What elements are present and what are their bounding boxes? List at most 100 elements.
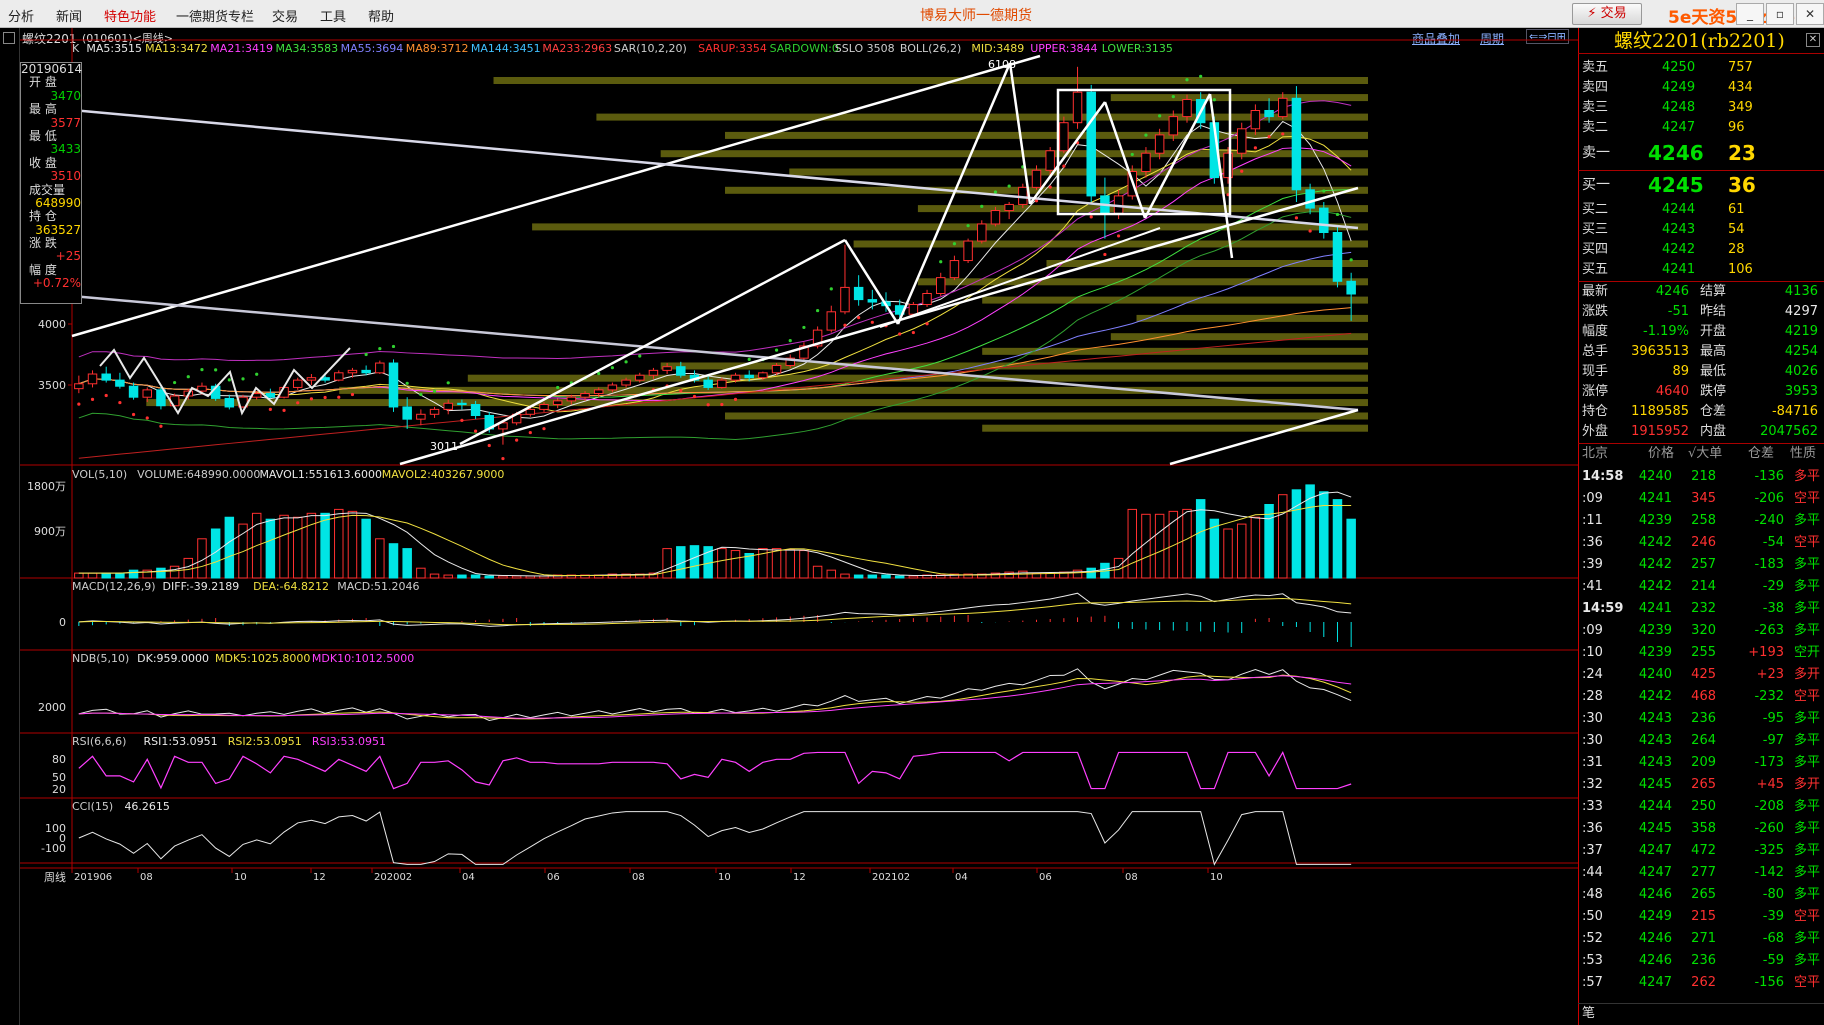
candle-body	[717, 379, 727, 388]
macd-header-text: MACD:51.2046	[337, 580, 419, 593]
ask-volume: 23	[1728, 141, 1756, 165]
volume-profile-bar	[725, 412, 1368, 420]
volume-profile-bar	[725, 186, 1368, 194]
minimize-button[interactable]: _	[1736, 3, 1764, 25]
info-change: +25	[55, 249, 81, 264]
ask-price: 4247	[1662, 120, 1696, 135]
menu-item-yide-column[interactable]: 一德期货专栏	[176, 6, 254, 25]
tick-row: :36 4242 246 -54 空平	[1578, 532, 1824, 554]
ticks-header: 北京 价格 √大单 仓差 性质	[1578, 444, 1824, 464]
volume-bar	[1127, 508, 1138, 579]
info-high: 3577	[50, 115, 81, 130]
menu-item-tools[interactable]: 工具	[320, 6, 346, 25]
tick-time: :44	[1582, 865, 1603, 880]
volume-profile-bar	[982, 424, 1368, 432]
tick-volume: 265	[1691, 887, 1716, 902]
sar-dot	[980, 204, 984, 208]
tick-oi-change: -260	[1754, 821, 1784, 836]
tick-volume: 257	[1691, 557, 1716, 572]
tick-oi-change: -263	[1754, 623, 1784, 638]
trough-price-label: 3011	[430, 440, 458, 453]
tick-type: 多平	[1794, 799, 1821, 814]
volume-bar	[183, 557, 194, 579]
menu-item-help[interactable]: 帮助	[368, 6, 394, 25]
sar-dot	[706, 403, 710, 407]
candle-body	[1346, 280, 1356, 295]
date-tick-label: 04	[462, 872, 475, 883]
sar-dot	[1253, 146, 1257, 150]
menu-item-trade[interactable]: 交易	[272, 6, 298, 25]
tick-row: :44 4247 277 -142 多平	[1578, 862, 1824, 884]
tick-price: 4239	[1638, 623, 1672, 638]
info-change-label: 涨 跌	[29, 236, 57, 251]
ask-row: 卖五 4250 757	[1578, 58, 1824, 78]
tick-type: 多开	[1794, 777, 1821, 792]
tick-type: 空平	[1794, 975, 1821, 990]
date-tick-label: 08	[1125, 872, 1138, 883]
tick-row: :37 4247 472 -325 多平	[1578, 840, 1824, 862]
volume-bar	[689, 545, 700, 579]
volume-bar	[1264, 504, 1274, 579]
tick-volume: 218	[1691, 469, 1716, 484]
sar-dot	[692, 394, 697, 399]
tick-type: 多平	[1794, 931, 1821, 946]
tick-time: 14:58	[1582, 469, 1624, 484]
candle-body	[1250, 110, 1261, 130]
sar-dot	[296, 401, 300, 405]
sar-dot	[939, 260, 943, 264]
sar-dot	[323, 395, 327, 400]
tick-price: 4241	[1638, 601, 1672, 616]
tick-oi-change: -156	[1754, 975, 1784, 990]
stat-row: 幅度 -1.19% 开盘 4219	[1578, 322, 1824, 342]
vol-header-text: VOLUME:648990.0000	[137, 468, 260, 481]
tick-time: :33	[1582, 799, 1603, 814]
menu-item-features[interactable]: 特色功能	[104, 6, 156, 25]
restore-button[interactable]: ▫	[1766, 3, 1794, 25]
candle-body	[922, 293, 932, 305]
volume-bar	[470, 574, 481, 579]
trade-button[interactable]: ⚡ 交易	[1572, 3, 1642, 25]
menu-item-analysis[interactable]: 分析	[8, 6, 34, 25]
volume-profile-bar	[725, 131, 1368, 139]
ask-row: 卖三 4248 349	[1578, 98, 1824, 118]
tick-time: :24	[1582, 667, 1603, 682]
menu-item-news[interactable]: 新闻	[56, 6, 82, 25]
volume-bar	[429, 573, 440, 579]
stat-label: 结算	[1700, 284, 1727, 299]
tick-time: :30	[1582, 711, 1603, 726]
rsi-header-text: RSI(6,6,6)	[72, 735, 126, 748]
tick-volume: 345	[1691, 491, 1716, 506]
indicator-header-text: MA233:2963	[542, 42, 612, 55]
tick-time: 14:59	[1582, 601, 1624, 616]
tick-oi-change: -54	[1762, 535, 1784, 550]
toolbar-toggle-icon[interactable]	[3, 32, 15, 44]
sar-dot	[405, 381, 409, 385]
ask-volume: 349	[1728, 100, 1753, 115]
ma-line	[78, 135, 1352, 413]
sar-dot	[104, 393, 108, 398]
candle-body	[539, 404, 549, 410]
close-button[interactable]: ✕	[1796, 3, 1824, 25]
tick-time: :39	[1582, 557, 1603, 572]
sar-dot	[1171, 94, 1175, 99]
tick-volume: 209	[1691, 755, 1716, 770]
tick-volume: 358	[1691, 821, 1716, 836]
ticks-tab: 笔	[1582, 1006, 1596, 1021]
sar-dot	[432, 389, 437, 393]
indicator-header-text: SAR(10,2,20)	[614, 42, 687, 55]
candle-body	[265, 393, 276, 398]
ticks-header-price: 价格	[1648, 446, 1675, 461]
volume-bar	[402, 548, 412, 579]
stat-row: 现手 89 最低 4026	[1578, 362, 1824, 382]
sar-dot	[542, 427, 546, 431]
tick-time: :10	[1582, 645, 1603, 660]
volume-bar	[853, 574, 864, 579]
quote-close-icon[interactable]: ✕	[1806, 33, 1820, 47]
sar-dot	[131, 412, 136, 417]
candle-body	[1141, 152, 1151, 172]
rsi-header-text: RSI3:53.0951	[312, 735, 386, 748]
bid-row: 买一 4245 36	[1578, 172, 1824, 198]
candle-body	[128, 385, 139, 398]
sar-dot	[911, 330, 915, 335]
tick-price: 4249	[1638, 909, 1672, 924]
